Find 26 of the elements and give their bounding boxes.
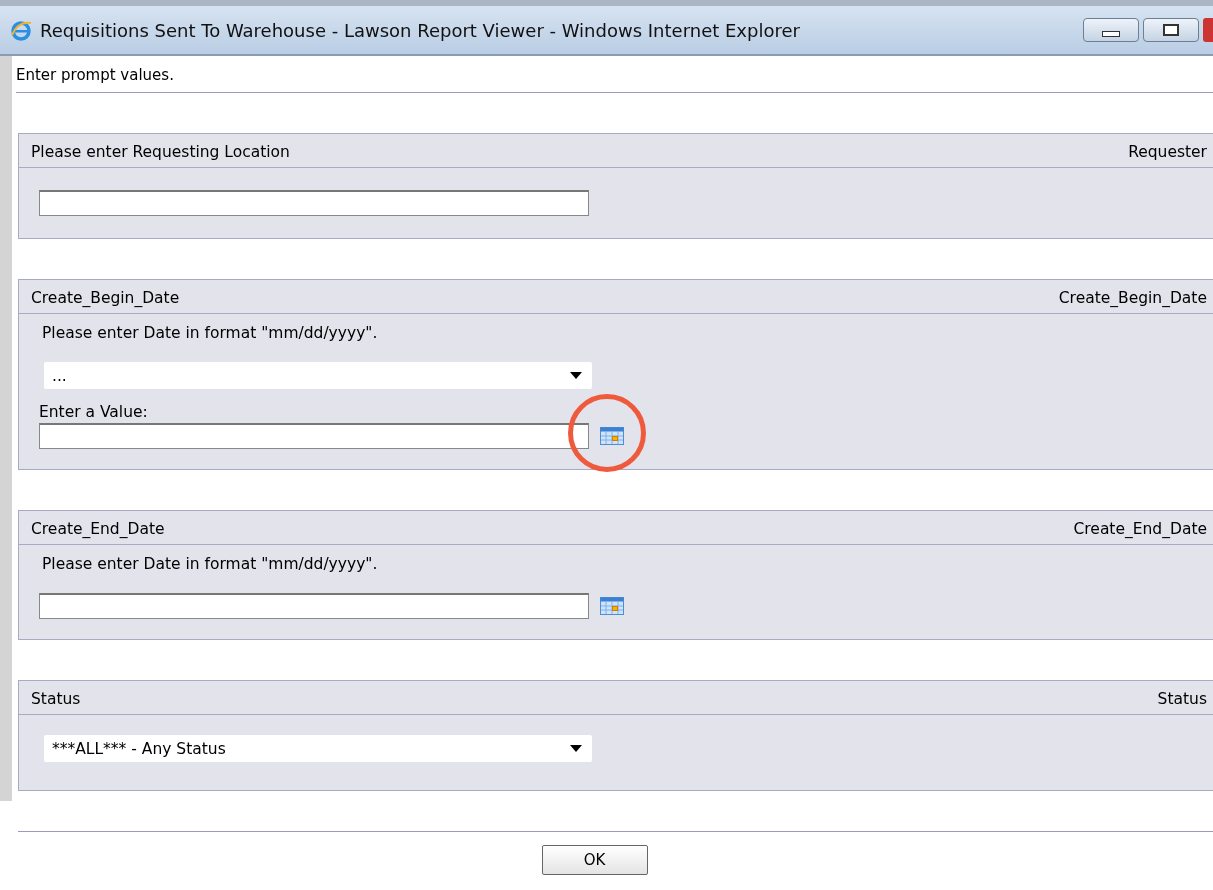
input-field[interactable] [39,593,589,619]
prompt-title: Status [31,690,81,708]
dropdown[interactable]: ***ALL*** - Any Status [44,735,592,762]
prompt-title: Please enter Requesting Location [31,143,290,161]
input-field[interactable] [39,423,589,449]
hint-text: Please enter Date in format "mm/dd/yyyy". [41,324,379,344]
parameter-name: Create_Begin_Date [1058,289,1207,307]
browser-logo-icon [10,19,32,41]
parameter-name: Requester [1128,143,1207,161]
input-field[interactable] [39,190,589,216]
window-title: Requisitions Sent To Warehouse - Lawson Report Viewer - Windows Internet Explorer [40,19,801,41]
parameter-name: Status [1157,690,1207,708]
ok-button[interactable]: OK [541,845,648,875]
prompt-title: Create_Begin_Date [31,289,180,307]
field-label: Enter a Value: [39,403,149,421]
caret-icon [570,372,582,379]
caret-icon [570,745,582,752]
dropdown[interactable]: ... [44,362,592,389]
calendar-icon[interactable] [600,427,624,445]
hint-text: Please enter Date in format "mm/dd/yyyy". [41,555,379,575]
parameter-name: Create_End_Date [1073,520,1207,538]
minimize-button[interactable] [1083,18,1139,42]
instruction-text: Enter prompt values. [16,56,1213,93]
prompt-title: Create_End_Date [31,520,165,538]
maximize-button[interactable] [1143,18,1199,42]
calendar-icon[interactable] [600,597,624,615]
